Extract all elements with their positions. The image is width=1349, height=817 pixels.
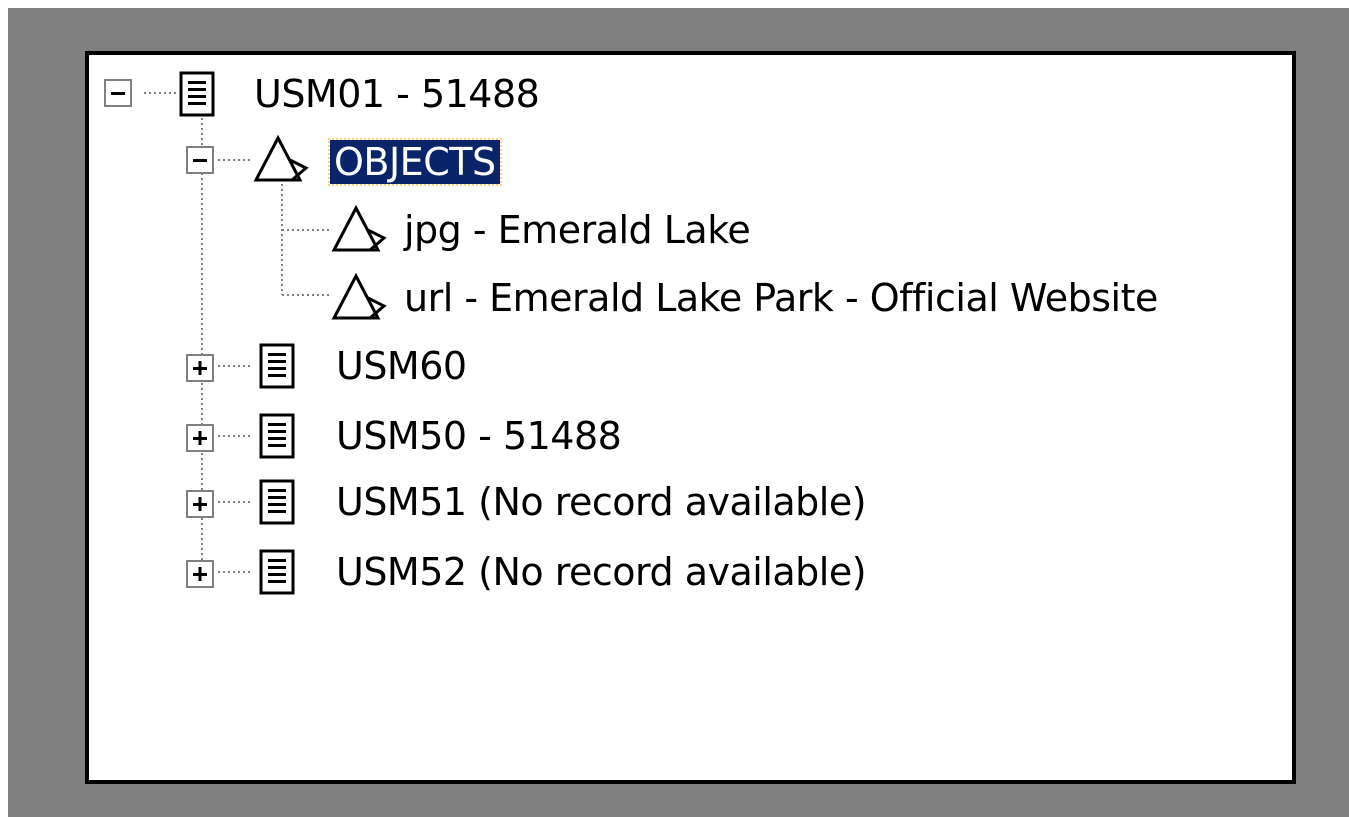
- tree-node-label: USM51 (No record available): [336, 480, 867, 524]
- tree-node-label: USM01 - 51488: [254, 72, 540, 116]
- expand-toggle[interactable]: [186, 490, 214, 518]
- plus-icon: [193, 431, 207, 445]
- record-icon: [258, 478, 298, 531]
- expand-toggle[interactable]: [186, 424, 214, 452]
- record-icon: [258, 342, 298, 395]
- record-icon: [178, 70, 218, 123]
- tree-node-label: USM50 - 51488: [336, 414, 622, 458]
- tree-node-label: USM52 (No record available): [336, 550, 867, 594]
- window-frame: USM01 - 51488 OBJECTS jpg - Emerald Lake: [0, 0, 1349, 817]
- tree-node-label: USM60: [336, 344, 467, 388]
- minus-icon: [111, 92, 125, 95]
- triangle-object-icon: [252, 134, 312, 191]
- plus-icon: [193, 567, 207, 581]
- triangle-object-icon: [330, 204, 390, 261]
- plus-icon: [193, 361, 207, 375]
- record-icon: [258, 548, 298, 601]
- expand-toggle[interactable]: [186, 560, 214, 588]
- plus-icon: [193, 497, 207, 511]
- expand-toggle[interactable]: [186, 354, 214, 382]
- triangle-object-icon: [330, 272, 390, 329]
- collapse-toggle[interactable]: [104, 79, 132, 107]
- collapse-toggle[interactable]: [186, 146, 214, 174]
- minus-icon: [193, 159, 207, 162]
- record-icon: [258, 412, 298, 465]
- tree-node-label: url - Emerald Lake Park - Official Websi…: [404, 276, 1158, 320]
- tree-node-label: jpg - Emerald Lake: [404, 208, 751, 252]
- tree-node-label-selected: OBJECTS: [328, 138, 502, 186]
